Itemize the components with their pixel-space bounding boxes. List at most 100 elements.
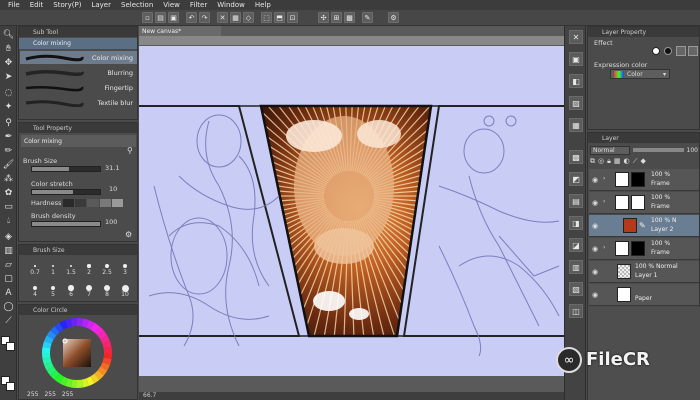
decoration-icon[interactable]: ✿ xyxy=(2,186,15,199)
brush-item-blurring[interactable]: Blurring xyxy=(20,66,137,79)
effect-extract-icon[interactable] xyxy=(676,46,686,56)
brush-size-dot[interactable] xyxy=(122,263,128,269)
magic-wand-icon[interactable]: ✦ xyxy=(2,100,15,113)
opacity-slider[interactable] xyxy=(633,148,684,152)
sub-color-swatch[interactable] xyxy=(6,342,15,351)
effect-border-icon[interactable] xyxy=(652,47,660,55)
layer-row-paper[interactable]: ◉ Paper xyxy=(589,284,699,306)
sub-color-swatch-2[interactable] xyxy=(6,382,15,391)
balloon-icon[interactable]: ◯ xyxy=(2,300,15,313)
save-icon[interactable]: ▣ xyxy=(168,12,179,23)
brush-size-dot[interactable] xyxy=(34,265,36,267)
palette-color-icon[interactable]: ◆ xyxy=(640,157,645,167)
lasso-icon[interactable]: ◌ xyxy=(2,86,15,99)
material-tone-icon[interactable]: ▤ xyxy=(569,194,583,208)
open-icon[interactable]: ▤ xyxy=(155,12,166,23)
document-tab[interactable]: New canvas* xyxy=(139,26,221,36)
menu-filter[interactable]: Filter xyxy=(190,1,207,9)
eye-icon[interactable]: ◉ xyxy=(592,176,598,184)
move-icon[interactable]: ✥ xyxy=(2,56,15,69)
eye-icon[interactable]: ◉ xyxy=(592,291,598,299)
color-wheel[interactable] xyxy=(41,317,113,389)
brush-size-dot[interactable] xyxy=(105,264,109,268)
expression-color-select[interactable]: Color ▾ xyxy=(610,69,670,79)
menu-edit[interactable]: Edit xyxy=(30,1,44,9)
eye-icon[interactable]: ◉ xyxy=(592,222,598,230)
brush-item-textile-blur[interactable]: Textile blur xyxy=(20,96,137,109)
brush-icon[interactable]: 🖌︎ xyxy=(2,158,15,171)
eyedropper-icon[interactable]: ⚲ xyxy=(2,116,15,129)
sub-tool-group-tab[interactable]: Color mixing xyxy=(19,38,137,49)
layer-row-frame-2[interactable]: ◉ › 100 % Frame xyxy=(589,192,699,214)
figure-icon[interactable]: ▱ xyxy=(2,258,15,271)
gradient-icon[interactable]: ▥ xyxy=(2,244,15,257)
brush-size-dot[interactable] xyxy=(87,264,91,268)
history-icon[interactable]: ▦ xyxy=(569,118,583,132)
transform-icon[interactable]: ◇ xyxy=(243,12,254,23)
close-icon[interactable]: ✕ xyxy=(569,30,583,44)
clip-icon[interactable]: ⧉ xyxy=(590,157,595,167)
settings-gear-icon[interactable]: ⚙ xyxy=(388,12,399,23)
material-icon[interactable]: ▩ xyxy=(569,150,583,164)
brush-density-slider[interactable] xyxy=(31,221,101,227)
material-frame-icon[interactable]: ◨ xyxy=(569,216,583,230)
eraser-icon[interactable]: ▭ xyxy=(2,200,15,213)
deselect-icon[interactable]: ⬚ xyxy=(261,12,272,23)
snap-icon[interactable]: ✣ xyxy=(318,12,329,23)
effect-tone-icon[interactable] xyxy=(664,47,672,55)
color-stretch-slider[interactable] xyxy=(31,189,101,195)
grid-icon[interactable]: ▩ xyxy=(344,12,355,23)
menu-file[interactable]: File xyxy=(8,1,20,9)
zoom-icon[interactable]: 🔍︎ xyxy=(2,28,15,41)
material-image-icon[interactable]: ◩ xyxy=(569,172,583,186)
pen-icon[interactable]: ✒ xyxy=(2,130,15,143)
ruler-link-icon[interactable]: ⟋ xyxy=(633,157,638,167)
brush-item-fingertip[interactable]: Fingertip xyxy=(20,81,137,94)
brush-size-dot[interactable] xyxy=(33,286,37,290)
fill-icon[interactable]: ▦ xyxy=(230,12,241,23)
eye-icon[interactable]: ◉ xyxy=(592,268,598,276)
hand-icon[interactable]: ✋︎ xyxy=(2,42,15,55)
text-icon[interactable]: A xyxy=(2,286,15,299)
menu-view[interactable]: View xyxy=(163,1,180,9)
material-3d-icon[interactable]: ◪ xyxy=(569,238,583,252)
blend-mode-select[interactable]: Normal xyxy=(590,145,630,155)
settings-gear-icon[interactable]: ⚙ xyxy=(125,230,132,239)
folder-expand-icon[interactable]: › xyxy=(603,244,605,251)
new-file-icon[interactable]: ▫ xyxy=(142,12,153,23)
menu-help[interactable]: Help xyxy=(255,1,271,9)
menu-window[interactable]: Window xyxy=(217,1,245,9)
fill-bucket-icon[interactable]: ◈ xyxy=(2,230,15,243)
menu-story[interactable]: Story(P) xyxy=(53,1,81,9)
layer-row-layer-2[interactable]: ◉ ✎ 100 % N Layer 2 xyxy=(589,215,699,237)
layer-row-frame-1[interactable]: ◉ › 100 % Frame xyxy=(589,169,699,191)
material-pattern-icon[interactable]: ▧ xyxy=(569,282,583,296)
wrench-icon[interactable]: ⚲ xyxy=(127,146,133,155)
brush-item-color-mixing[interactable]: Color mixing xyxy=(20,51,137,64)
folder-expand-icon[interactable]: › xyxy=(603,198,605,205)
brush-size-dot[interactable] xyxy=(50,285,56,291)
menu-layer[interactable]: Layer xyxy=(91,1,111,9)
crop-icon[interactable]: ⊡ xyxy=(287,12,298,23)
folder-expand-icon[interactable]: › xyxy=(603,175,605,182)
info-icon[interactable]: ▨ xyxy=(569,96,583,110)
layer-row-layer-1[interactable]: ◉ 100 % Normal Layer 1 xyxy=(589,261,699,283)
frame-border-icon[interactable]: ▢ xyxy=(2,272,15,285)
brush-size-dot[interactable] xyxy=(51,264,55,268)
canvas-paper[interactable] xyxy=(139,46,564,376)
mask-icon[interactable]: ◐ xyxy=(623,157,629,167)
brush-size-dot[interactable] xyxy=(68,285,74,291)
airbrush-icon[interactable]: ⁂ xyxy=(2,172,15,185)
brush-size-slider[interactable] xyxy=(31,166,101,172)
pencil-icon[interactable]: ✏ xyxy=(2,144,15,157)
operation-icon[interactable]: ➤ xyxy=(2,70,15,83)
eye-icon[interactable]: ◉ xyxy=(592,245,598,253)
brush-size-dot[interactable] xyxy=(69,264,73,268)
sub-view-icon[interactable]: ◧ xyxy=(569,74,583,88)
effect-more-icon[interactable] xyxy=(688,46,698,56)
redo-icon[interactable]: ↷ xyxy=(199,12,210,23)
undo-icon[interactable]: ↶ xyxy=(186,12,197,23)
clear-icon[interactable]: ✕ xyxy=(217,12,228,23)
navigator-icon[interactable]: ▣ xyxy=(569,52,583,66)
lock-transparency-icon[interactable]: ▦ xyxy=(614,157,621,167)
